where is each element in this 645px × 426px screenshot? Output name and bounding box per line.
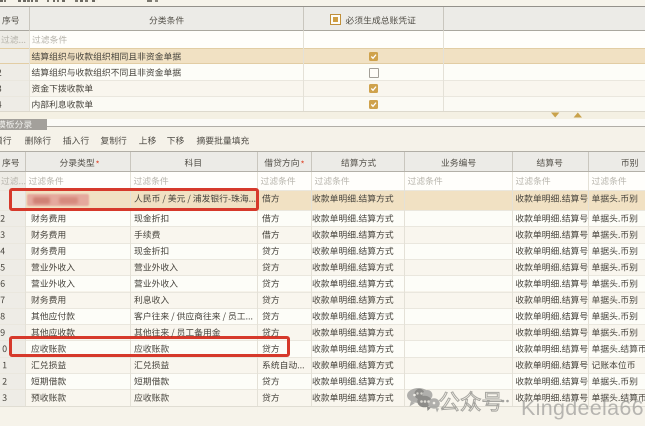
svg-text:Kingdeela66: Kingdeela66 <box>521 396 644 420</box>
